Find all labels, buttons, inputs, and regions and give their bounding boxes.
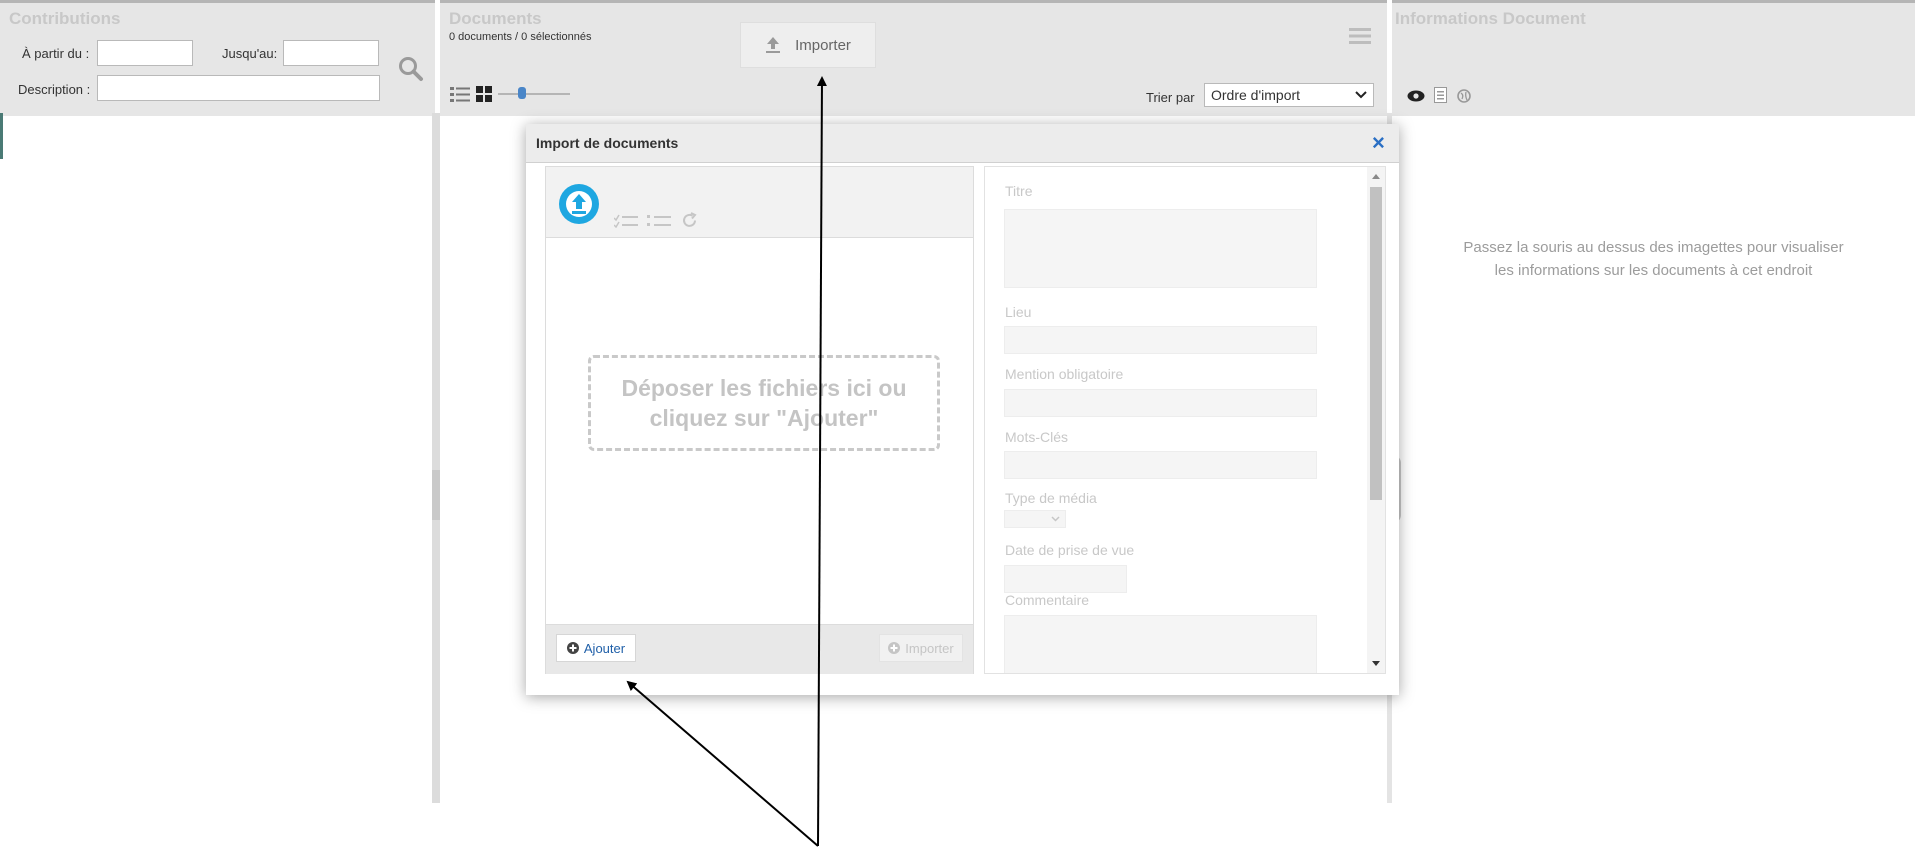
arrow-to-add-button — [626, 680, 819, 847]
annotation-arrows — [626, 76, 827, 847]
arrow-to-import-button — [816, 76, 827, 847]
